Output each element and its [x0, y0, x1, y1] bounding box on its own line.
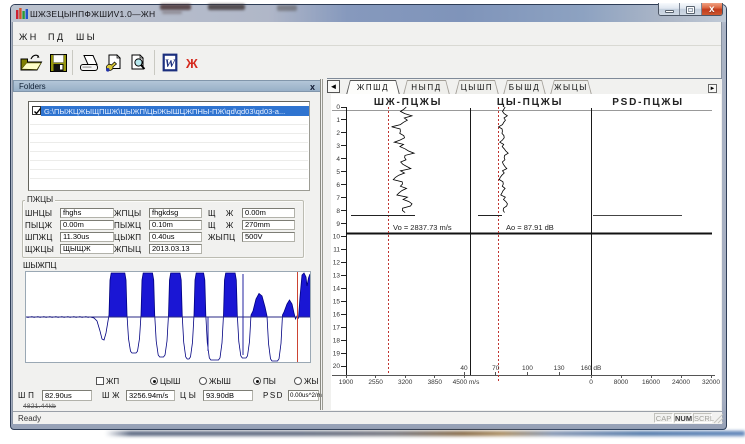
svg-text:14: 14 [333, 286, 341, 293]
svg-text:3200: 3200 [398, 379, 413, 386]
svg-text:24000: 24000 [672, 379, 690, 386]
svg-text:16000: 16000 [642, 379, 660, 386]
svg-text:0: 0 [589, 379, 593, 386]
svg-text:9: 9 [336, 221, 340, 228]
svg-text:2: 2 [336, 130, 340, 137]
svg-text:7: 7 [336, 195, 340, 202]
svg-text:4: 4 [336, 156, 340, 163]
svg-text:17: 17 [333, 324, 341, 331]
svg-text:160 dB: 160 dB [581, 365, 602, 372]
svg-text:8000: 8000 [614, 379, 629, 386]
svg-text:19: 19 [333, 350, 341, 357]
svg-text:12: 12 [333, 260, 341, 267]
svg-text:18: 18 [333, 337, 341, 344]
svg-text:20: 20 [333, 363, 341, 370]
svg-text:0: 0 [336, 104, 340, 111]
svg-text:5: 5 [336, 169, 340, 176]
svg-text:1900: 1900 [339, 379, 354, 386]
svg-text:32000: 32000 [702, 379, 720, 386]
svg-text:70: 70 [492, 365, 500, 372]
svg-text:4500 m/s: 4500 m/s [453, 379, 480, 386]
svg-text:100: 100 [522, 365, 533, 372]
svg-text:W: W [165, 56, 177, 70]
svg-text:2550: 2550 [368, 379, 383, 386]
svg-text:15: 15 [333, 298, 341, 305]
svg-text:8: 8 [336, 208, 340, 215]
svg-text:6: 6 [336, 182, 340, 189]
svg-text:11: 11 [333, 247, 340, 254]
svg-text:130: 130 [554, 365, 565, 372]
svg-text:13: 13 [333, 273, 341, 280]
svg-text:16: 16 [333, 311, 341, 318]
svg-text:10: 10 [333, 234, 341, 241]
svg-text:40: 40 [460, 365, 468, 372]
svg-text:1: 1 [336, 117, 340, 124]
svg-text:3: 3 [336, 143, 340, 150]
svg-text:3850: 3850 [428, 379, 443, 386]
